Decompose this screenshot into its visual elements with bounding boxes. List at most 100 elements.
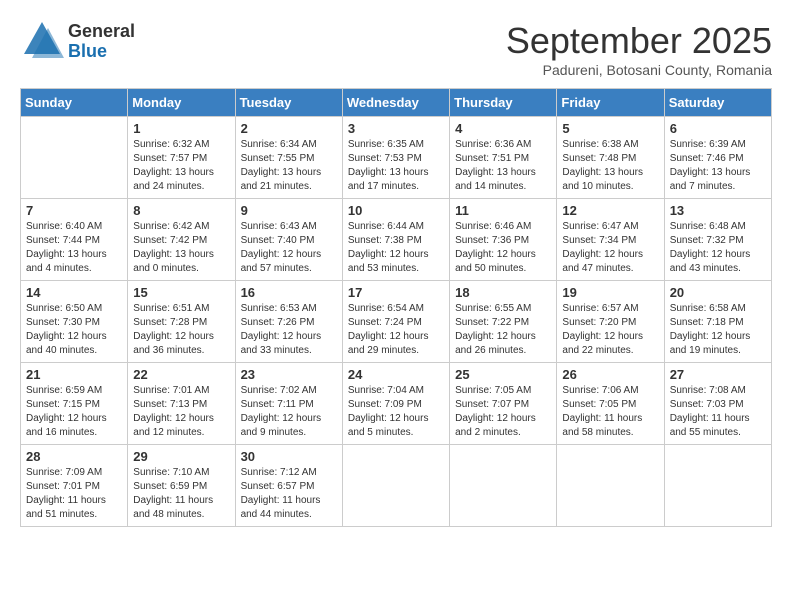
day-number: 7 xyxy=(26,203,122,218)
logo-text: General Blue xyxy=(68,22,135,62)
calendar-cell xyxy=(450,445,557,527)
day-info: Sunrise: 7:08 AMSunset: 7:03 PMDaylight:… xyxy=(670,384,766,440)
calendar-cell: 7Sunrise: 6:40 AMSunset: 7:44 PMDaylight… xyxy=(21,199,128,281)
day-number: 11 xyxy=(455,203,551,218)
day-info: Sunrise: 6:42 AMSunset: 7:42 PMDaylight:… xyxy=(133,220,229,276)
day-number: 22 xyxy=(133,367,229,382)
calendar-cell: 26Sunrise: 7:06 AMSunset: 7:05 PMDayligh… xyxy=(557,363,664,445)
calendar-cell: 12 Sunrise: 6:47 AMSunset: 7:34 PMDayligh… xyxy=(557,199,664,281)
day-info: Sunrise: 7:02 AMSunset: 7:11 PMDaylight:… xyxy=(241,384,337,440)
day-info: Sunrise: 6:59 AMSunset: 7:15 PMDaylight:… xyxy=(26,384,122,440)
day-number: 5 xyxy=(562,121,658,136)
weekday-header: Friday xyxy=(557,89,664,117)
weekday-header: Thursday xyxy=(450,89,557,117)
logo: General Blue xyxy=(20,20,135,63)
day-number: 2 xyxy=(241,121,337,136)
calendar-cell: 5 Sunrise: 6:38 AMSunset: 7:48 PMDaylight… xyxy=(557,117,664,199)
calendar-cell: 30 Sunrise: 7:12 AMSunset: 6:57 PMDayligh… xyxy=(235,445,342,527)
calendar-cell: 8 Sunrise: 6:42 AMSunset: 7:42 PMDaylight… xyxy=(128,199,235,281)
day-number: 9 xyxy=(241,203,337,218)
day-info: Sunrise: 6:50 AMSunset: 7:30 PMDaylight:… xyxy=(26,302,122,358)
day-info: Sunrise: 6:44 AMSunset: 7:38 PMDaylight:… xyxy=(348,220,444,276)
calendar-cell: 25 Sunrise: 7:05 AMSunset: 7:07 PMDayligh… xyxy=(450,363,557,445)
weekday-header: Monday xyxy=(128,89,235,117)
calendar-cell: 23Sunrise: 7:02 AMSunset: 7:11 PMDayligh… xyxy=(235,363,342,445)
calendar-week-row: 21 Sunrise: 6:59 AMSunset: 7:15 PMDayligh… xyxy=(21,363,772,445)
logo-general: General xyxy=(68,21,135,41)
day-info: Sunrise: 7:09 AMSunset: 7:01 PMDaylight:… xyxy=(26,466,122,522)
day-info: Sunrise: 7:01 AMSunset: 7:13 PMDaylight:… xyxy=(133,384,229,440)
day-info: Sunrise: 7:12 AMSunset: 6:57 PMDaylight:… xyxy=(241,466,337,522)
day-info: Sunrise: 7:10 AMSunset: 6:59 PMDaylight:… xyxy=(133,466,229,522)
calendar-cell: 1 Sunrise: 6:32 AMSunset: 7:57 PMDaylight… xyxy=(128,117,235,199)
calendar-week-row: 1 Sunrise: 6:32 AMSunset: 7:57 PMDaylight… xyxy=(21,117,772,199)
calendar-cell xyxy=(342,445,449,527)
day-number: 28 xyxy=(26,449,122,464)
calendar-week-row: 7Sunrise: 6:40 AMSunset: 7:44 PMDaylight… xyxy=(21,199,772,281)
calendar-cell: 24 Sunrise: 7:04 AMSunset: 7:09 PMDayligh… xyxy=(342,363,449,445)
calendar-cell xyxy=(557,445,664,527)
calendar-cell: 17 Sunrise: 6:54 AMSunset: 7:24 PMDayligh… xyxy=(342,281,449,363)
calendar-week-row: 14Sunrise: 6:50 AMSunset: 7:30 PMDayligh… xyxy=(21,281,772,363)
day-number: 16 xyxy=(241,285,337,300)
calendar-cell xyxy=(664,445,771,527)
calendar-cell: 14Sunrise: 6:50 AMSunset: 7:30 PMDayligh… xyxy=(21,281,128,363)
calendar-cell xyxy=(21,117,128,199)
day-info: Sunrise: 6:57 AMSunset: 7:20 PMDaylight:… xyxy=(562,302,658,358)
day-number: 29 xyxy=(133,449,229,464)
day-number: 12 xyxy=(562,203,658,218)
calendar-cell: 9 Sunrise: 6:43 AMSunset: 7:40 PMDaylight… xyxy=(235,199,342,281)
title-area: September 2025 Padureni, Botosani County… xyxy=(506,20,772,78)
day-info: Sunrise: 6:54 AMSunset: 7:24 PMDaylight:… xyxy=(348,302,444,358)
day-info: Sunrise: 7:05 AMSunset: 7:07 PMDaylight:… xyxy=(455,384,551,440)
page-header: General Blue September 2025 Padureni, Bo… xyxy=(20,20,772,78)
day-info: Sunrise: 6:32 AMSunset: 7:57 PMDaylight:… xyxy=(133,138,229,194)
day-number: 8 xyxy=(133,203,229,218)
day-info: Sunrise: 6:35 AMSunset: 7:53 PMDaylight:… xyxy=(348,138,444,194)
day-number: 10 xyxy=(348,203,444,218)
calendar-cell: 29 Sunrise: 7:10 AMSunset: 6:59 PMDayligh… xyxy=(128,445,235,527)
day-number: 27 xyxy=(670,367,766,382)
logo-blue: Blue xyxy=(68,41,107,61)
weekday-header: Tuesday xyxy=(235,89,342,117)
day-info: Sunrise: 6:39 AMSunset: 7:46 PMDaylight:… xyxy=(670,138,766,194)
day-number: 20 xyxy=(670,285,766,300)
calendar-cell: 20 Sunrise: 6:58 AMSunset: 7:18 PMDayligh… xyxy=(664,281,771,363)
day-info: Sunrise: 6:38 AMSunset: 7:48 PMDaylight:… xyxy=(562,138,658,194)
day-number: 24 xyxy=(348,367,444,382)
day-number: 19 xyxy=(562,285,658,300)
calendar-cell: 10 Sunrise: 6:44 AMSunset: 7:38 PMDayligh… xyxy=(342,199,449,281)
day-number: 3 xyxy=(348,121,444,136)
day-number: 18 xyxy=(455,285,551,300)
day-info: Sunrise: 6:43 AMSunset: 7:40 PMDaylight:… xyxy=(241,220,337,276)
calendar-cell: 15 Sunrise: 6:51 AMSunset: 7:28 PMDayligh… xyxy=(128,281,235,363)
day-info: Sunrise: 6:36 AMSunset: 7:51 PMDaylight:… xyxy=(455,138,551,194)
day-info: Sunrise: 7:04 AMSunset: 7:09 PMDaylight:… xyxy=(348,384,444,440)
day-info: Sunrise: 6:47 AMSunset: 7:34 PMDaylight:… xyxy=(562,220,658,276)
day-number: 1 xyxy=(133,121,229,136)
day-number: 13 xyxy=(670,203,766,218)
calendar-cell: 13Sunrise: 6:48 AMSunset: 7:32 PMDayligh… xyxy=(664,199,771,281)
day-info: Sunrise: 6:46 AMSunset: 7:36 PMDaylight:… xyxy=(455,220,551,276)
weekday-header: Saturday xyxy=(664,89,771,117)
day-number: 17 xyxy=(348,285,444,300)
calendar-cell: 2Sunrise: 6:34 AMSunset: 7:55 PMDaylight… xyxy=(235,117,342,199)
day-info: Sunrise: 6:53 AMSunset: 7:26 PMDaylight:… xyxy=(241,302,337,358)
day-number: 21 xyxy=(26,367,122,382)
day-info: Sunrise: 6:58 AMSunset: 7:18 PMDaylight:… xyxy=(670,302,766,358)
calendar-week-row: 28 Sunrise: 7:09 AMSunset: 7:01 PMDayligh… xyxy=(21,445,772,527)
day-number: 4 xyxy=(455,121,551,136)
calendar-cell: 16 Sunrise: 6:53 AMSunset: 7:26 PMDayligh… xyxy=(235,281,342,363)
day-number: 15 xyxy=(133,285,229,300)
calendar-cell: 27 Sunrise: 7:08 AMSunset: 7:03 PMDayligh… xyxy=(664,363,771,445)
day-number: 30 xyxy=(241,449,337,464)
calendar-cell: 6Sunrise: 6:39 AMSunset: 7:46 PMDaylight… xyxy=(664,117,771,199)
day-info: Sunrise: 7:06 AMSunset: 7:05 PMDaylight:… xyxy=(562,384,658,440)
calendar-cell: 19 Sunrise: 6:57 AMSunset: 7:20 PMDayligh… xyxy=(557,281,664,363)
day-number: 25 xyxy=(455,367,551,382)
month-title: September 2025 xyxy=(506,20,772,62)
logo-icon xyxy=(20,20,64,58)
calendar-cell: 11 Sunrise: 6:46 AMSunset: 7:36 PMDayligh… xyxy=(450,199,557,281)
day-info: Sunrise: 6:51 AMSunset: 7:28 PMDaylight:… xyxy=(133,302,229,358)
calendar-cell: 3 Sunrise: 6:35 AMSunset: 7:53 PMDaylight… xyxy=(342,117,449,199)
